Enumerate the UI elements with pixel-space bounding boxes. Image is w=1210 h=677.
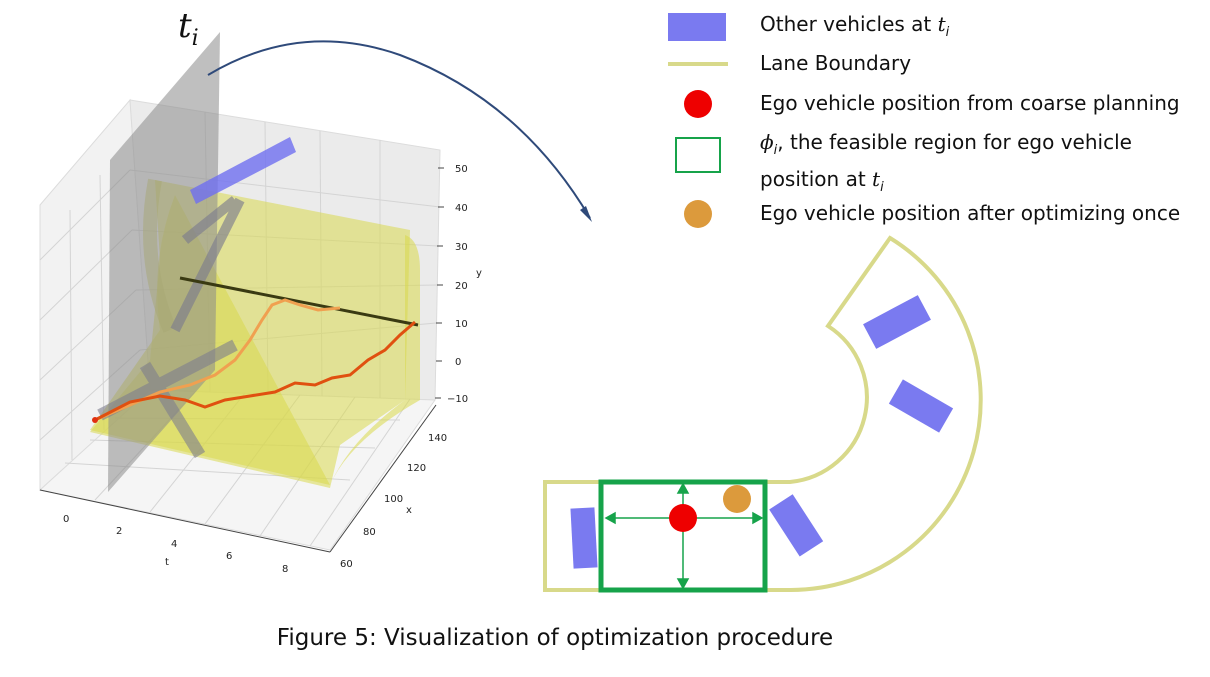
t-tick-label: 4 <box>171 539 177 550</box>
other-vehicle <box>570 507 598 569</box>
figure-caption: Figure 5: Visualization of optimization … <box>276 625 834 651</box>
legend-label-vehicles: Other vehicles at ti <box>760 12 950 40</box>
t-tick-label: 0 <box>63 514 69 525</box>
other-vehicle <box>888 379 954 433</box>
legend-ego-coarse-swatch <box>684 90 712 118</box>
t-axis-label: t <box>165 557 169 568</box>
y-axis-label: y <box>476 268 482 279</box>
legend-vehicle-swatch <box>668 13 726 41</box>
x-tick-label: 120 <box>407 463 426 474</box>
legend-label-lane: Lane Boundary <box>760 51 912 75</box>
y-tick-label: 40 <box>455 203 468 214</box>
legend-label-feasible: ϕi, the feasible region for ego vehicle … <box>760 130 1132 195</box>
ego-position-coarse <box>669 504 697 532</box>
y-tick-label: 50 <box>455 164 468 175</box>
x-tick-label: 80 <box>363 527 376 538</box>
x-axis-label: x <box>406 505 412 516</box>
x-tick-label: 100 <box>384 494 403 505</box>
time-slice-label: ti <box>178 6 199 51</box>
plot-3d: 50 40 30 20 10 0 −10 y 60 80 100 120 140… <box>38 32 482 575</box>
t-tick-label: 2 <box>116 526 122 537</box>
x-tick-label: 140 <box>428 433 447 444</box>
legend-label-ego-coarse: Ego vehicle position from coarse plannin… <box>760 91 1180 115</box>
other-vehicle <box>769 494 824 557</box>
trajectory-start <box>92 417 98 423</box>
top-view <box>543 235 983 593</box>
legend-ego-optimized-swatch <box>684 200 712 228</box>
t-tick-label: 8 <box>282 564 288 575</box>
other-vehicle <box>863 295 931 349</box>
ego-position-optimized <box>723 485 751 513</box>
y-tick-label: 20 <box>455 281 468 292</box>
transition-arrow-head <box>580 206 592 222</box>
y-tick-label: 30 <box>455 242 468 253</box>
legend <box>668 13 728 228</box>
legend-label-ego-optimized: Ego vehicle position after optimizing on… <box>760 201 1181 225</box>
x-tick-label: 60 <box>340 559 353 570</box>
y-axis: 50 40 30 20 10 0 −10 y <box>435 164 482 405</box>
legend-feasible-swatch <box>675 137 721 173</box>
y-tick-label: 10 <box>455 319 468 330</box>
t-tick-label: 6 <box>226 551 232 562</box>
y-tick-label: −10 <box>447 394 468 405</box>
y-tick-label: 0 <box>455 357 461 368</box>
